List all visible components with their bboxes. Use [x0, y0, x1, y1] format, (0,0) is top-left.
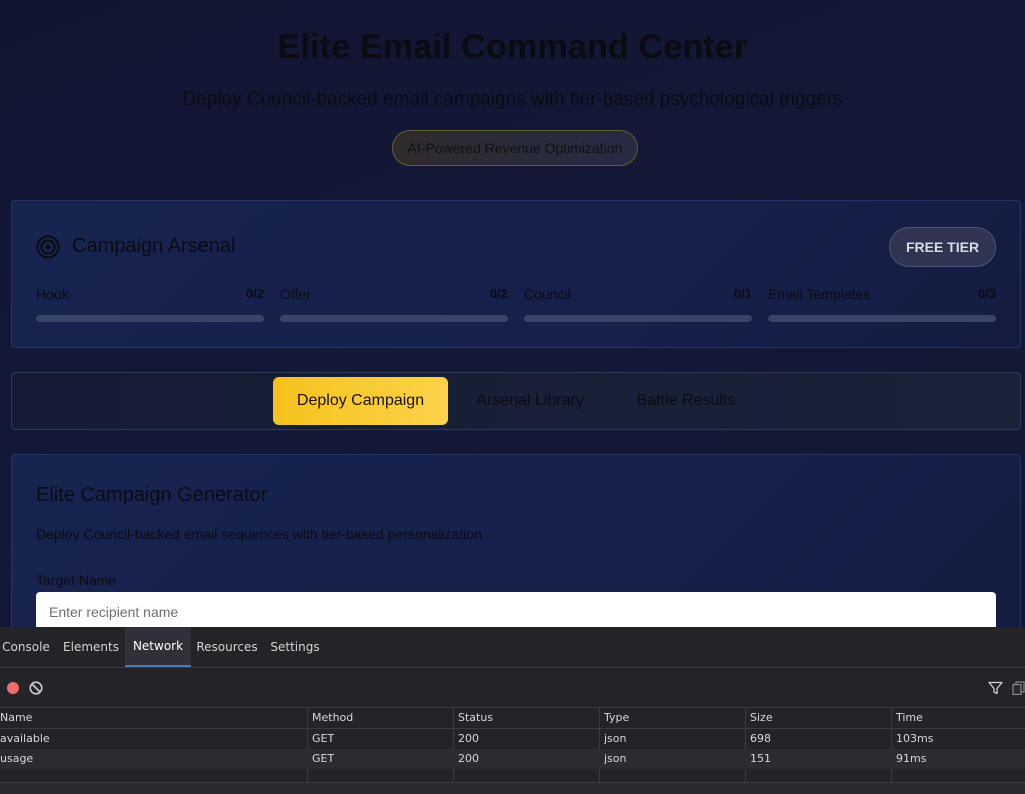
tab-arsenal-library[interactable]: Arsenal Library [459, 377, 601, 425]
stat-count: 0/3 [977, 286, 996, 301]
arsenal-title: Campaign Arsenal [72, 235, 236, 257]
column-header-time[interactable]: Time [896, 708, 923, 728]
cell-time: 103ms [896, 732, 934, 745]
cell-time: 91ms [896, 752, 927, 765]
stat-progress-bar [36, 315, 264, 322]
cell-method: GET [312, 752, 335, 765]
tab-deploy-campaign[interactable]: Deploy Campaign [273, 377, 448, 425]
cell-name: available [0, 732, 50, 745]
devtools-tab-console[interactable]: Console [0, 627, 52, 667]
clear-icon[interactable] [29, 681, 43, 695]
stat-count: 0/2 [245, 286, 264, 301]
cell-status: 200 [458, 732, 479, 745]
table-row[interactable]: available GET 200 json 698 103ms [0, 729, 1025, 749]
stat-email-templates: Email Templates 0/3 [768, 286, 996, 326]
target-name-input[interactable] [36, 592, 996, 627]
table-row[interactable]: usage GET 200 json 151 91ms [0, 749, 1025, 769]
page-subtitle: Deploy Council-backed email campaigns wi… [182, 89, 843, 110]
devtools-tab-settings[interactable]: Settings [266, 627, 324, 667]
record-icon[interactable] [7, 682, 19, 694]
page-title: Elite Email Command Center [277, 28, 748, 66]
target-icon [36, 235, 60, 259]
devtools-tab-resources[interactable]: Resources [193, 627, 261, 667]
tier-badge-button[interactable]: FREE TIER [889, 227, 996, 267]
app-page: Elite Email Command Center Deploy Counci… [0, 0, 1025, 627]
stat-label: Hook [36, 286, 69, 302]
table-header-row: Name Method Status Type Size Time [0, 708, 1025, 729]
campaign-generator-card: Elite Campaign Generator Deploy Council-… [11, 454, 1021, 627]
ai-optimization-badge: AI-Powered Revenue Optimization [392, 130, 638, 166]
stat-count: 0/1 [733, 286, 752, 301]
devtools-footer [0, 782, 1025, 794]
column-header-method[interactable]: Method [312, 708, 353, 728]
cell-size: 698 [750, 732, 771, 745]
stat-progress-bar [524, 315, 752, 322]
target-name-label: Target Name [36, 572, 117, 588]
main-tabbar: Deploy Campaign Arsenal Library Battle R… [11, 372, 1021, 430]
stat-label: Council [524, 286, 571, 302]
stat-count: 0/2 [489, 286, 508, 301]
stat-progress-bar [280, 315, 508, 322]
stat-label: Email Templates [768, 286, 871, 302]
network-table: Name Method Status Type Size Time availa… [0, 708, 1025, 769]
devtools-tab-network[interactable]: Network [125, 627, 191, 667]
generator-title: Elite Campaign Generator [36, 484, 268, 506]
network-toolbar [0, 668, 1025, 708]
devtools-tabbar: Console Elements Network Resources Setti… [0, 627, 1025, 668]
stat-council: Council 0/1 [524, 286, 752, 326]
column-header-size[interactable]: Size [750, 708, 773, 728]
column-header-status[interactable]: Status [458, 708, 493, 728]
stat-offer: Offer 0/2 [280, 286, 508, 326]
generator-description: Deploy Council-backed email sequences wi… [36, 526, 482, 542]
campaign-arsenal-card: Campaign Arsenal FREE TIER Hook 0/2 Offe… [11, 200, 1021, 348]
cell-status: 200 [458, 752, 479, 765]
stat-hook: Hook 0/2 [36, 286, 264, 326]
stat-progress-bar [768, 315, 996, 322]
cell-type: json [604, 732, 627, 745]
stat-label: Offer [280, 286, 311, 302]
copy-icon[interactable] [1012, 681, 1025, 695]
tab-battle-results[interactable]: Battle Results [616, 377, 756, 425]
cell-name: usage [0, 752, 34, 765]
cell-size: 151 [750, 752, 771, 765]
column-header-type[interactable]: Type [604, 708, 629, 728]
filter-icon[interactable] [988, 681, 1003, 695]
cell-method: GET [312, 732, 335, 745]
column-header-name[interactable]: Name [0, 708, 32, 728]
cell-type: json [604, 752, 627, 765]
devtools-panel: Console Elements Network Resources Setti… [0, 627, 1025, 794]
devtools-tab-elements[interactable]: Elements [58, 627, 124, 667]
